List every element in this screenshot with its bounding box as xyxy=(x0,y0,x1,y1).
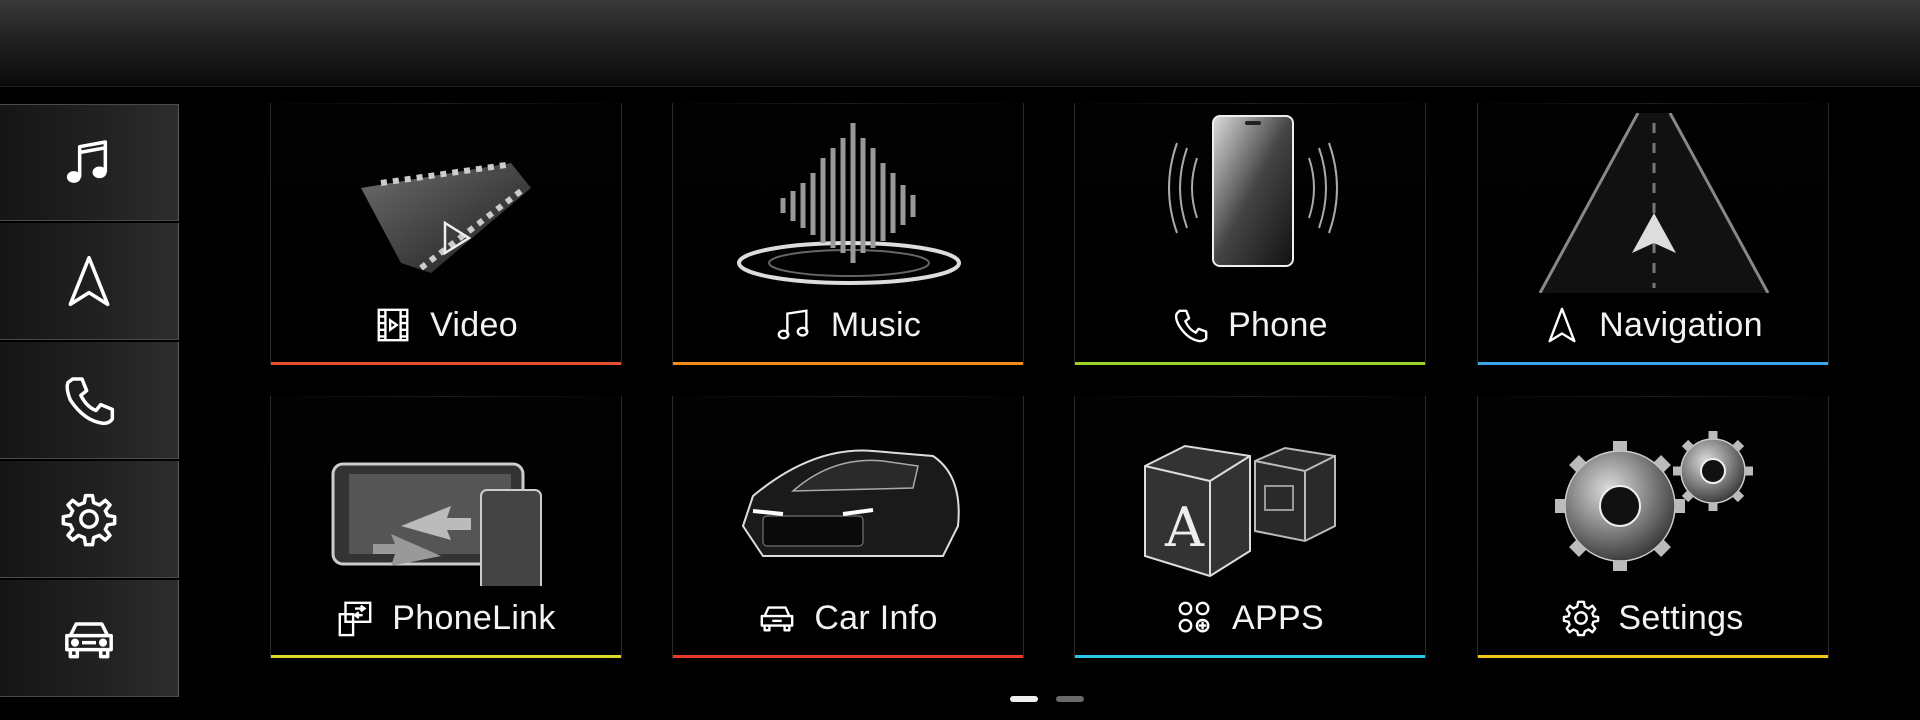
gear-icon xyxy=(1563,600,1600,637)
accent-bar xyxy=(1478,362,1828,365)
phone-icon xyxy=(1175,309,1208,343)
page-dot-2[interactable] xyxy=(1056,696,1084,702)
tile-label: Car Info xyxy=(814,598,938,637)
accent-bar xyxy=(1075,655,1425,658)
accent-bar xyxy=(673,362,1023,365)
sidebar-item-phone[interactable] xyxy=(0,342,179,459)
navigation-arrow-icon xyxy=(68,255,110,307)
phone-icon xyxy=(65,377,115,426)
tile-label: Navigation xyxy=(1599,305,1763,344)
tile-label: Settings xyxy=(1618,598,1744,637)
tile-label: Phone xyxy=(1228,305,1328,344)
gear-icon xyxy=(61,493,117,547)
accent-bar xyxy=(673,655,1023,658)
accent-bar xyxy=(271,362,621,365)
sidebar-item-music[interactable] xyxy=(0,104,179,221)
sidebar-item-settings[interactable] xyxy=(0,461,179,578)
film-icon xyxy=(377,308,409,342)
music-wave-illustration xyxy=(737,123,961,285)
music-note-icon xyxy=(66,139,108,183)
tile-label: PhoneLink xyxy=(392,598,556,637)
tile-phonelink[interactable]: PhoneLink xyxy=(270,396,622,658)
apps-cube-illustration: A xyxy=(1144,444,1336,578)
apps-grid-icon xyxy=(1178,601,1210,633)
settings-gears-illustration xyxy=(1555,431,1753,571)
tile-video[interactable]: Video xyxy=(270,103,622,365)
tile-label: Music xyxy=(830,305,922,344)
page-dot-1[interactable] xyxy=(1010,696,1038,702)
phonelink-icon xyxy=(338,601,372,637)
svg-text:A: A xyxy=(1164,496,1205,559)
accent-bar xyxy=(1075,362,1425,365)
phonelink-illustration xyxy=(331,462,542,586)
tile-music[interactable]: Music xyxy=(672,103,1024,365)
car-icon xyxy=(65,622,113,659)
tile-car-info[interactable]: Car Info xyxy=(672,396,1024,658)
top-status-bar xyxy=(0,0,1920,87)
phone-illustration xyxy=(1168,115,1338,267)
accent-bar xyxy=(271,655,621,658)
navigation-road-illustration xyxy=(1538,113,1770,293)
sidebar-item-navigation[interactable] xyxy=(0,223,179,340)
car-illustration xyxy=(741,449,960,557)
sidebar-item-car[interactable] xyxy=(0,580,179,697)
sidebar xyxy=(0,104,180,700)
navigation-arrow-icon xyxy=(1548,307,1576,343)
tile-phone[interactable]: Phone xyxy=(1074,103,1426,365)
page-indicator xyxy=(1010,696,1084,702)
tile-settings[interactable]: Settings xyxy=(1477,396,1829,658)
tile-label: APPS xyxy=(1232,598,1324,637)
video-film-illustration xyxy=(361,162,531,273)
music-note-icon xyxy=(777,309,809,340)
tile-apps[interactable]: A APPS xyxy=(1074,396,1426,658)
tile-label: Video xyxy=(430,305,518,344)
tile-navigation[interactable]: Navigation xyxy=(1477,103,1829,365)
car-icon xyxy=(760,606,794,632)
accent-bar xyxy=(1478,655,1828,658)
